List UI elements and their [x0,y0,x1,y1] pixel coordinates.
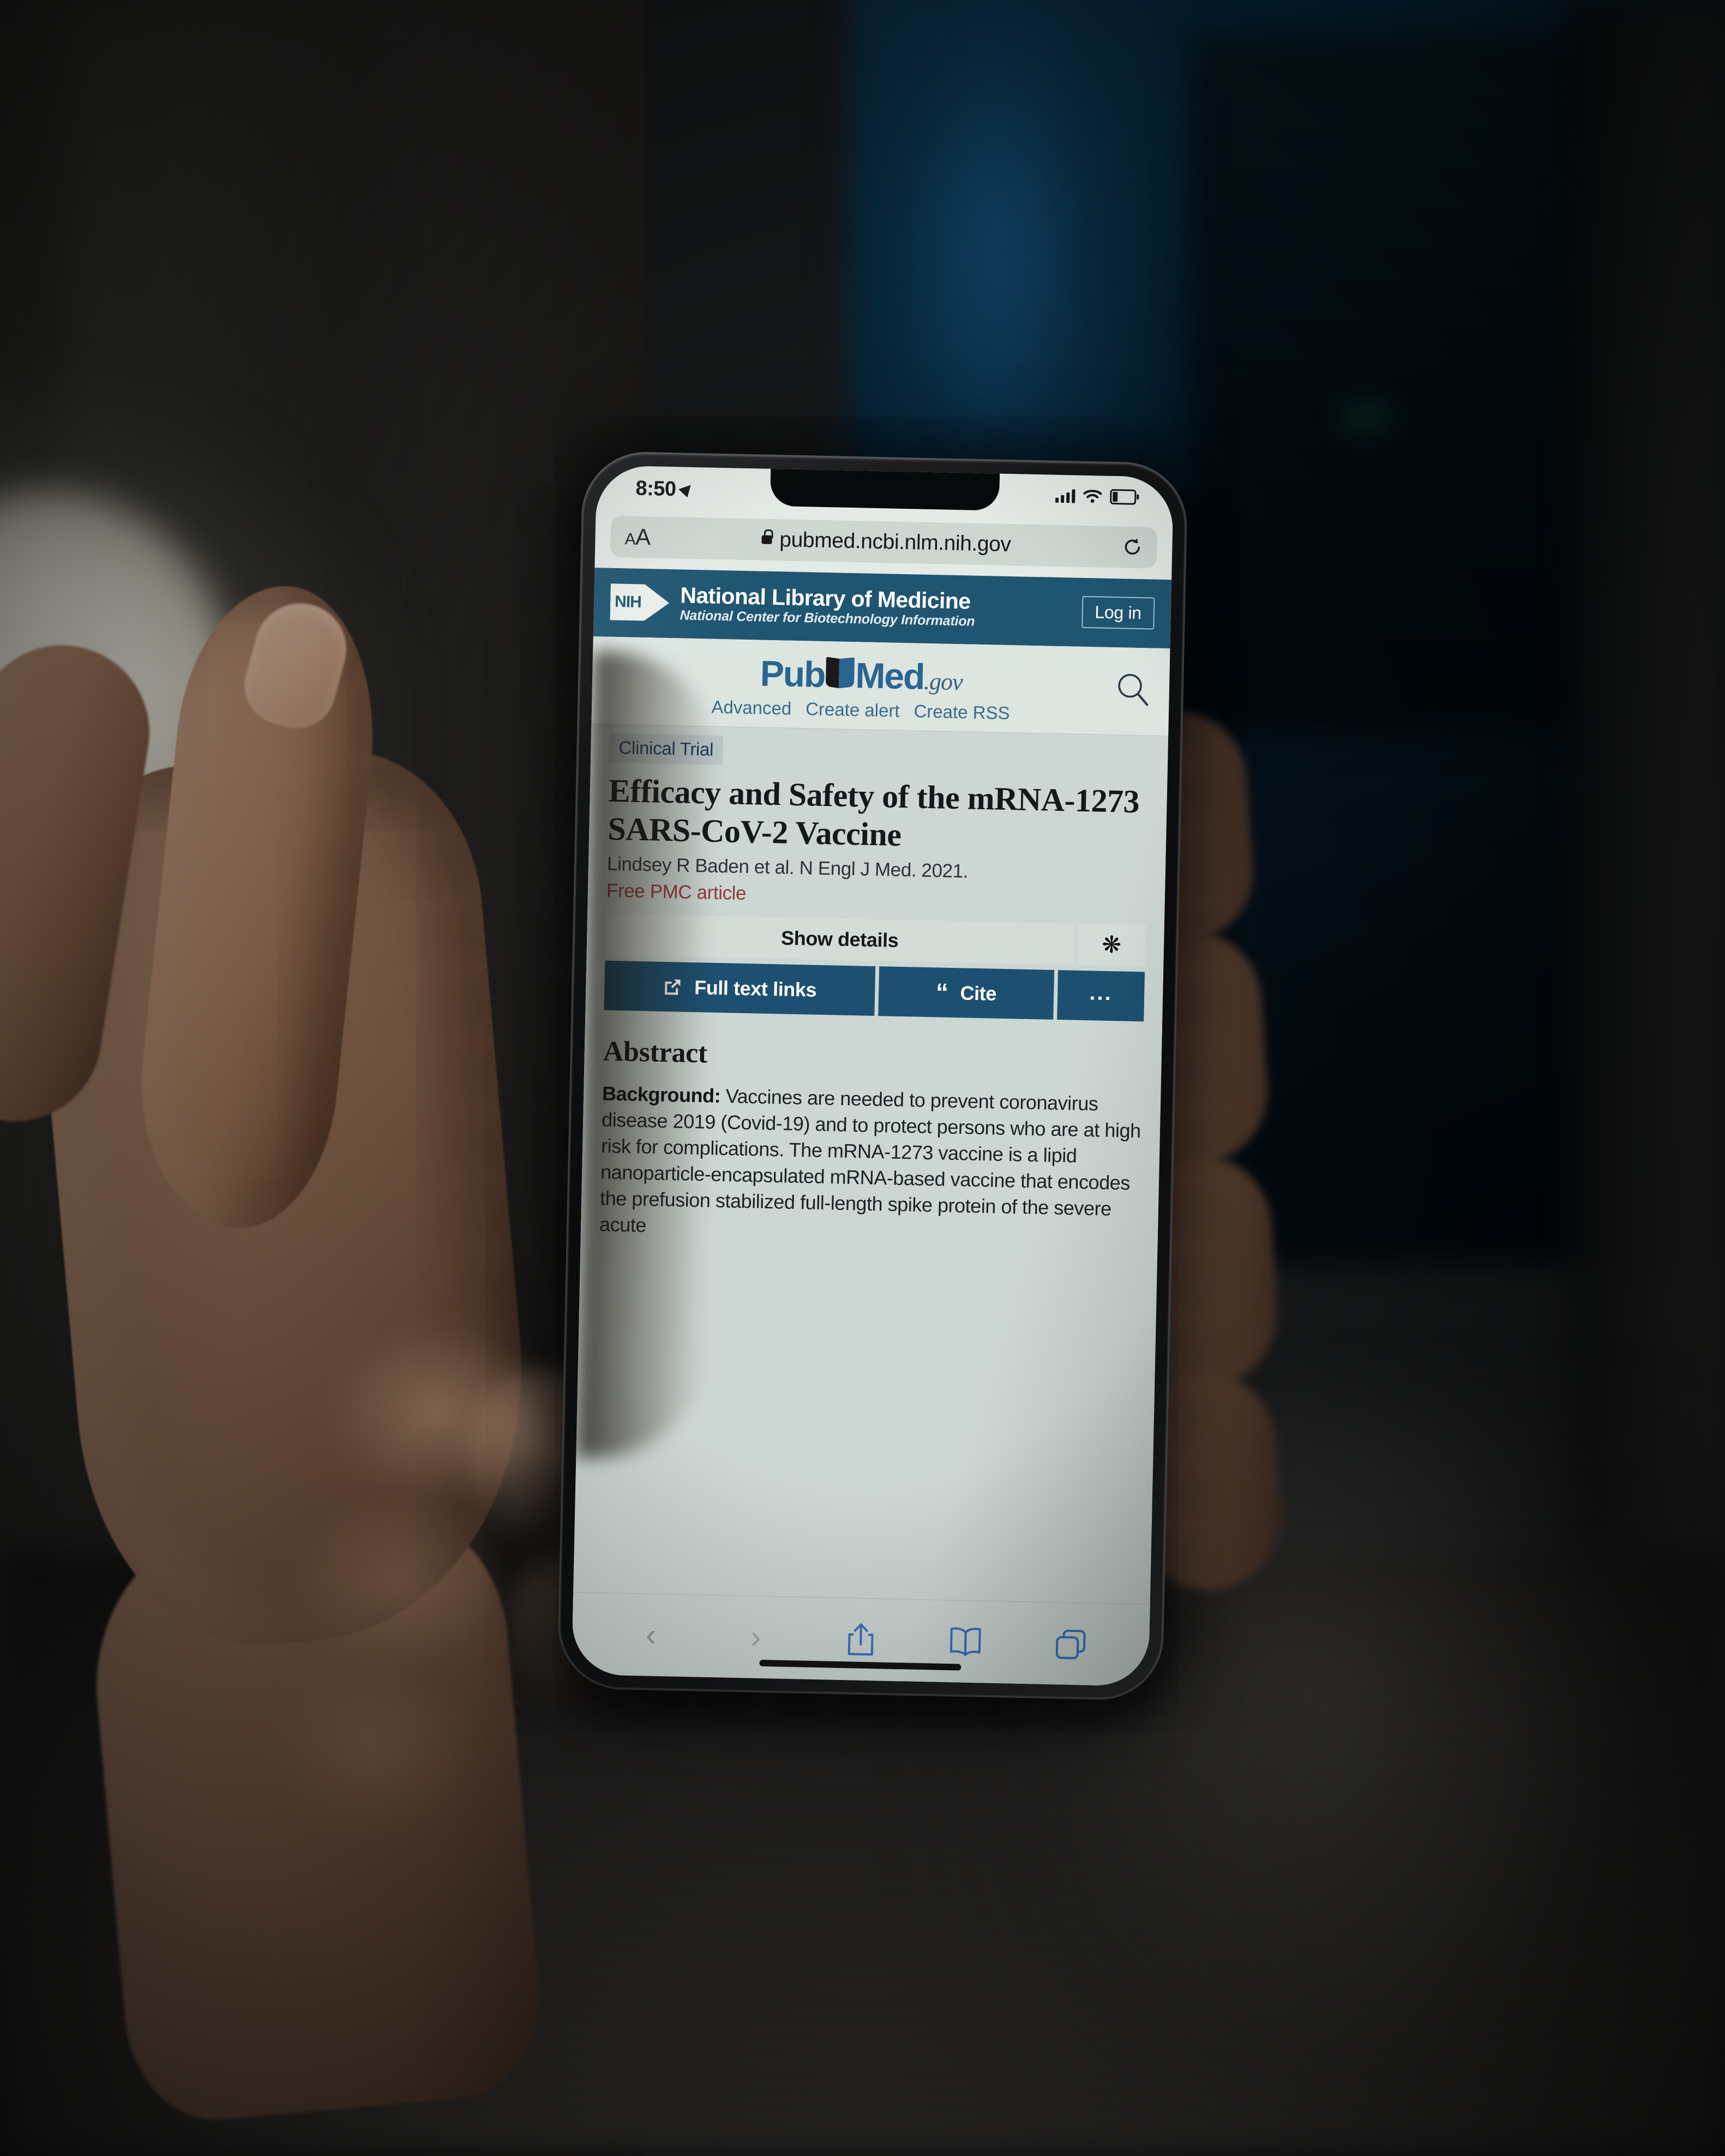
url-display[interactable]: pubmed.ncbi.nlm.nih.gov [650,525,1122,559]
free-article-label: Free PMC article [606,880,747,905]
location-arrow-icon [678,480,695,497]
text-size-button[interactable]: AA [624,523,651,550]
pubmed-logo-med: Med [855,655,925,697]
status-time-label: 8:50 [635,477,676,501]
cite-button[interactable]: “ Cite [877,966,1055,1020]
wifi-icon [1083,490,1102,503]
book-icon [826,658,855,688]
abstract-heading: Abstract [603,1035,708,1069]
nih-logo-text: NIH [614,592,642,611]
advanced-link[interactable]: Advanced [711,697,792,719]
battery-low-icon [1110,489,1137,505]
pubmed-logo-gov: .gov [923,667,963,696]
status-indicators [1055,488,1137,505]
tabs-button[interactable] [1018,1627,1123,1661]
abstract-text: Vaccines are needed to prevent coronavir… [599,1085,1141,1236]
gear-icon: ❋ [1101,931,1122,959]
show-details-button[interactable]: Show details [605,913,1074,965]
status-time: 8:50 [635,477,695,502]
actions-row: Full text links “ Cite ... [604,960,1145,1022]
share-icon [848,1623,874,1656]
back-button[interactable]: ‹ [598,1617,704,1653]
chevron-left-icon: ‹ [645,1617,657,1653]
url-text: pubmed.ncbi.nlm.nih.gov [779,528,1012,557]
abstract-body: Background: Vaccines are needed to preve… [599,1081,1143,1249]
nih-logo-icon[interactable]: NIH [610,581,670,624]
nih-header: NIH National Library of Medicine Nationa… [593,568,1172,649]
forward-button[interactable]: › [703,1619,809,1655]
thumbnail [236,593,357,737]
safari-toolbar: ‹ › [571,1592,1150,1687]
reload-icon[interactable] [1122,537,1143,558]
phone-screen: 8:50 AA pubmed.ncbi.nlm.nih.gov NIH Nati… [571,465,1174,1687]
book-icon [950,1627,982,1656]
pubmed-logo-block: Pub Med .gov Advanced Create alert Create … [608,652,1114,726]
cite-label: Cite [960,981,997,1005]
lock-icon [761,535,772,544]
nih-title-block: National Library of Medicine National Ce… [680,582,1071,631]
url-bar[interactable]: AA pubmed.ncbi.nlm.nih.gov [610,515,1158,569]
settings-button[interactable]: ❋ [1077,924,1146,967]
page-title: Efficacy and Safety of the mRNA-1273 SAR… [607,772,1140,853]
article-container: Clinical Trial Efficacy and Safety of th… [580,724,1169,1249]
full-text-links-label: Full text links [694,975,817,1001]
external-link-icon [663,977,683,997]
details-row: Show details ❋ [605,913,1146,967]
pubmed-logo-pub: Pub [760,653,826,695]
smartphone: 8:50 AA pubmed.ncbi.nlm.nih.gov NIH Nati… [557,450,1188,1701]
background-green-light [1331,393,1402,442]
notch [770,465,1000,511]
cellular-signal-icon [1055,489,1075,503]
share-button[interactable] [808,1621,913,1659]
bookmarks-button[interactable] [913,1625,1019,1659]
create-alert-link[interactable]: Create alert [806,698,900,721]
create-rss-link[interactable]: Create RSS [913,701,1010,724]
abstract-section-label: Background: [602,1082,721,1107]
pubmed-links: Advanced Create alert Create RSS [608,695,1114,726]
full-text-links-button[interactable]: Full text links [604,960,875,1016]
pubmed-logo[interactable]: Pub Med .gov [760,653,963,697]
pubmed-header: Pub Med .gov Advanced Create alert Create … [591,636,1170,736]
status-badge: Clinical Trial [609,733,723,766]
tabs-icon [1055,1629,1086,1659]
chevron-right-icon: › [750,1619,762,1655]
quote-icon: “ [935,978,949,1007]
background-building [1189,33,1592,731]
login-button[interactable]: Log in [1081,595,1155,630]
search-icon[interactable] [1113,670,1153,710]
ellipsis-icon: ... [1089,980,1113,1005]
more-options-button[interactable]: ... [1057,970,1145,1022]
